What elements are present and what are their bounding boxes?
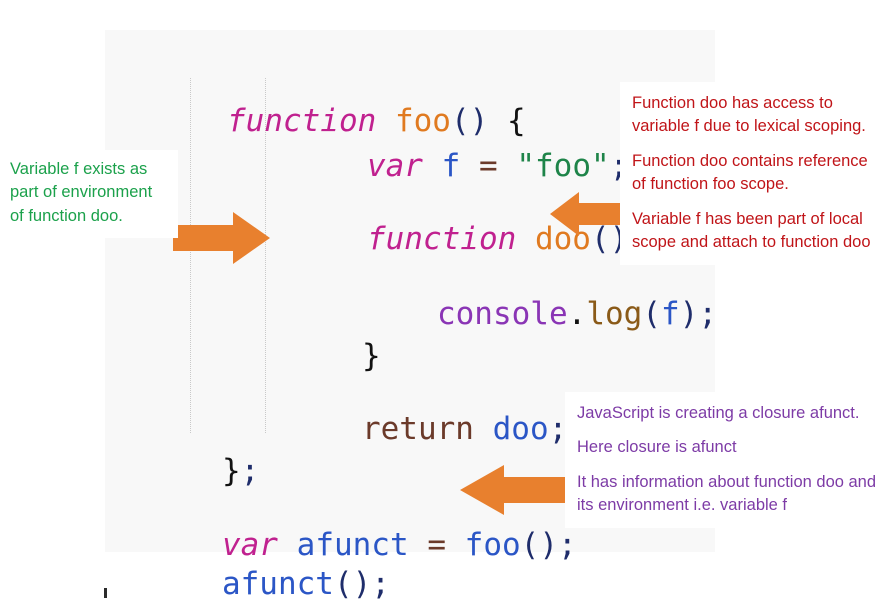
token-operator-assign: = [479, 148, 498, 184]
token-close-paren: ) [679, 296, 699, 332]
token-keyword-return: return [361, 411, 474, 447]
token-method-log: log [586, 296, 643, 332]
token-keyword-function: function [366, 221, 517, 257]
token-close-brace: } [221, 453, 241, 489]
token-semicolon: ; [698, 296, 717, 332]
token-operator-assign: = [427, 527, 446, 563]
code-line-afunct-call: afunct(); [110, 533, 390, 603]
token-identifier-f: f [660, 296, 680, 332]
arrow-pointing-left-from-function-doo [549, 191, 627, 237]
token-semicolon: ; [371, 566, 390, 602]
annotation-left-green: Variable f exists as part of environment… [0, 150, 178, 239]
annotation-paragraph: Variable f exists as part of environment… [10, 160, 153, 225]
token-close-brace: } [361, 338, 381, 374]
code-line-console-log: console.log(f); [325, 263, 717, 365]
annotation-paragraph: Variable f has been part of local scope … [632, 209, 871, 252]
token-parens: () [333, 566, 372, 602]
left-arrow-icon [460, 465, 572, 515]
token-semicolon: ; [240, 453, 260, 489]
annotation-right-bottom-purple: JavaScript is creating a closure afunct.… [565, 392, 891, 528]
stray-mark [104, 588, 107, 598]
diagram-canvas: function foo() { var f = "foo"; function… [0, 0, 891, 603]
annotation-paragraph: JavaScript is creating a closure afunct. [577, 404, 860, 422]
arrow-pointing-left-from-var-afunct [459, 463, 572, 517]
annotation-paragraph: Function doo contains reference of funct… [632, 151, 868, 194]
annotation-right-top-red: Function doo has access to variable f du… [620, 82, 891, 265]
right-arrow-icon [173, 212, 270, 264]
arrow-pointing-right-to-console-log [173, 210, 271, 266]
token-identifier-doo: doo [492, 411, 549, 447]
token-string-foo: "foo" [516, 148, 610, 184]
token-identifier-f: f [441, 148, 461, 184]
annotation-paragraph: It has information about function doo an… [577, 472, 877, 515]
token-identifier-foo: foo [464, 527, 521, 563]
token-identifier-afunct: afunct [221, 566, 334, 602]
token-object-console: console [436, 296, 568, 332]
token-parens: () [520, 527, 558, 563]
token-open-paren: ( [642, 296, 661, 332]
token-keyword-var: var [366, 148, 423, 184]
left-arrow-icon [550, 192, 627, 236]
annotation-paragraph: Here closure is afunct [577, 438, 737, 457]
annotation-paragraph: Function doo has access to variable f du… [632, 94, 866, 136]
token-dot: . [567, 296, 587, 332]
token-semicolon: ; [557, 527, 577, 563]
